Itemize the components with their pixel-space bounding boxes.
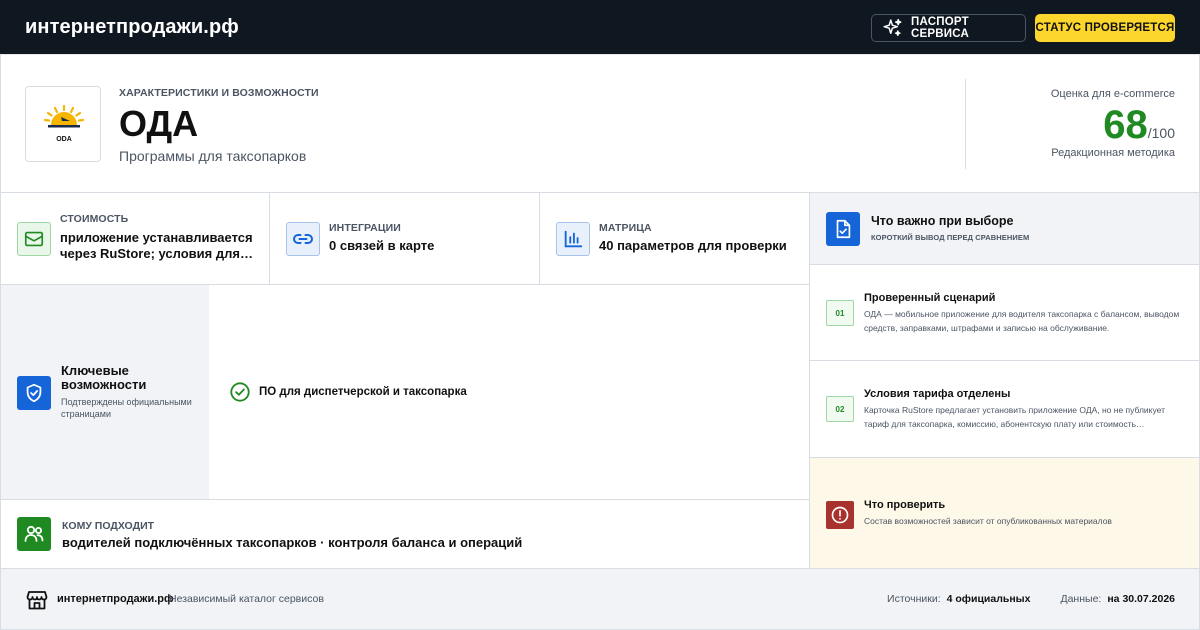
- site-brand[interactable]: интернетпродажи.рф: [25, 16, 239, 39]
- sources-value: 4 официальных: [946, 593, 1031, 605]
- hero-section: ODA ХАРАКТЕРИСТИКИ И ВОЗМОЖНОСТИ ОДА Про…: [1, 55, 1199, 193]
- users-icon: [17, 517, 51, 551]
- status-button[interactable]: СТАТУС ПРОВЕРЯЕТСЯ: [1035, 14, 1175, 42]
- footer-tagline: Независимый каталог сервисов: [169, 593, 324, 605]
- stat-integrations-label: ИНТЕГРАЦИИ: [329, 222, 401, 234]
- page-subtitle: Программы для таксопарков: [119, 148, 307, 164]
- footer-meta: Источники: 4 официальных Данные: на 30.0…: [887, 593, 1175, 605]
- page-title: ОДА: [119, 103, 199, 144]
- capability-item-text: ПО для диспетчерской и таксопарка: [259, 386, 467, 398]
- capabilities-title: Ключевые возможности: [61, 363, 147, 392]
- service-passport-button[interactable]: ПАСПОРТ СЕРВИСА: [871, 14, 1026, 42]
- audience-section: КОМУ ПОДХОДИТ водителей подключённых так…: [1, 500, 810, 569]
- stat-matrix-label: МАТРИЦА: [599, 222, 652, 234]
- tip-title: Условия тарифа отделены: [864, 388, 1011, 400]
- service-passport-label: ПАСПОРТ СЕРВИСА: [911, 16, 969, 40]
- stat-cost-label: СТОИМОСТЬ: [60, 213, 129, 225]
- sources-label: Источники:: [887, 593, 941, 605]
- bar-chart-icon: [556, 222, 590, 256]
- capability-item: ПО для диспетчерской и таксопарка: [229, 381, 467, 403]
- capabilities-list: ПО для диспетчерской и таксопарка: [209, 285, 810, 500]
- stat-integrations: ИНТЕГРАЦИИ 0 связей в карте: [270, 193, 540, 285]
- stat-matrix-value: 40 параметров для проверки: [599, 238, 787, 253]
- tip-number-badge: 02: [826, 396, 854, 422]
- check-circle-icon: [230, 382, 250, 402]
- logo-caption: ODA: [56, 136, 72, 143]
- sunrise-logo-icon: [43, 104, 85, 128]
- score-max: /100: [1147, 125, 1175, 141]
- capabilities-note: Подтверждены официальными страницами: [61, 397, 192, 419]
- tip-card: 01 Проверенный сценарий ОДА — мобильное …: [810, 265, 1199, 361]
- warning-card: Что проверить Состав возможностей зависи…: [810, 458, 1199, 569]
- stat-cost: СТОИМОСТЬ приложение устанавливается чер…: [1, 193, 270, 285]
- top-bar: интернетпродажи.рф ПАСПОРТ СЕРВИСА СТАТУ…: [0, 0, 1200, 55]
- alert-circle-icon: [826, 501, 854, 529]
- footer: интернетпродажи.рф Независимый каталог с…: [1, 569, 1199, 630]
- selection-tips-subtitle: КОРОТКИЙ ВЫВОД ПЕРЕД СРАВНЕНИЕМ: [871, 233, 1030, 242]
- section-kicker: ХАРАКТЕРИСТИКИ И ВОЗМОЖНОСТИ: [119, 87, 319, 99]
- document-check-icon: [826, 212, 860, 246]
- score-label: Оценка для e-commerce: [1050, 88, 1175, 100]
- storefront-icon: [26, 591, 48, 610]
- tip-number-badge: 01: [826, 300, 854, 326]
- footer-brand[interactable]: интернетпродажи.рф: [57, 593, 174, 605]
- capabilities-sidebar: Ключевые возможности Подтверждены официа…: [1, 285, 209, 500]
- link-icon: [286, 222, 320, 256]
- service-logo: ODA: [25, 86, 101, 162]
- data-label: Данные:: [1060, 593, 1102, 605]
- stat-matrix: МАТРИЦА 40 параметров для проверки: [540, 193, 810, 285]
- selection-tips-header: Что важно при выборе КОРОТКИЙ ВЫВОД ПЕРЕ…: [810, 193, 1199, 265]
- warning-text: Состав возможностей зависит от опубликов…: [864, 516, 1112, 526]
- tip-text: Карточка RuStore предлагает установить п…: [864, 405, 1165, 429]
- wallet-icon: [17, 222, 51, 256]
- stat-integrations-value: 0 связей в карте: [329, 238, 435, 253]
- selection-tips-title: Что важно при выборе: [871, 214, 1014, 228]
- tip-title: Проверенный сценарий: [864, 292, 996, 304]
- score-value: 68: [1103, 103, 1148, 147]
- shield-check-icon: [17, 376, 51, 410]
- footer-spacer: [1036, 593, 1054, 605]
- score-display: 68/100: [1103, 103, 1175, 148]
- score-method: Редакционная методика: [1051, 147, 1175, 159]
- audience-label: КОМУ ПОДХОДИТ: [62, 520, 155, 532]
- data-value: на 30.07.2026: [1107, 593, 1175, 605]
- tip-text: ОДА — мобильное приложение для водителя …: [864, 309, 1180, 333]
- tip-card: 02 Условия тарифа отделены Карточка RuSt…: [810, 361, 1199, 458]
- warning-title: Что проверить: [864, 499, 946, 511]
- hero-divider: [965, 79, 966, 169]
- audience-value: водителей подключённых таксопарков · кон…: [62, 535, 523, 550]
- stat-cost-value: приложение устанавливается через RuStore…: [60, 230, 253, 261]
- sparkle-icon: [883, 18, 902, 37]
